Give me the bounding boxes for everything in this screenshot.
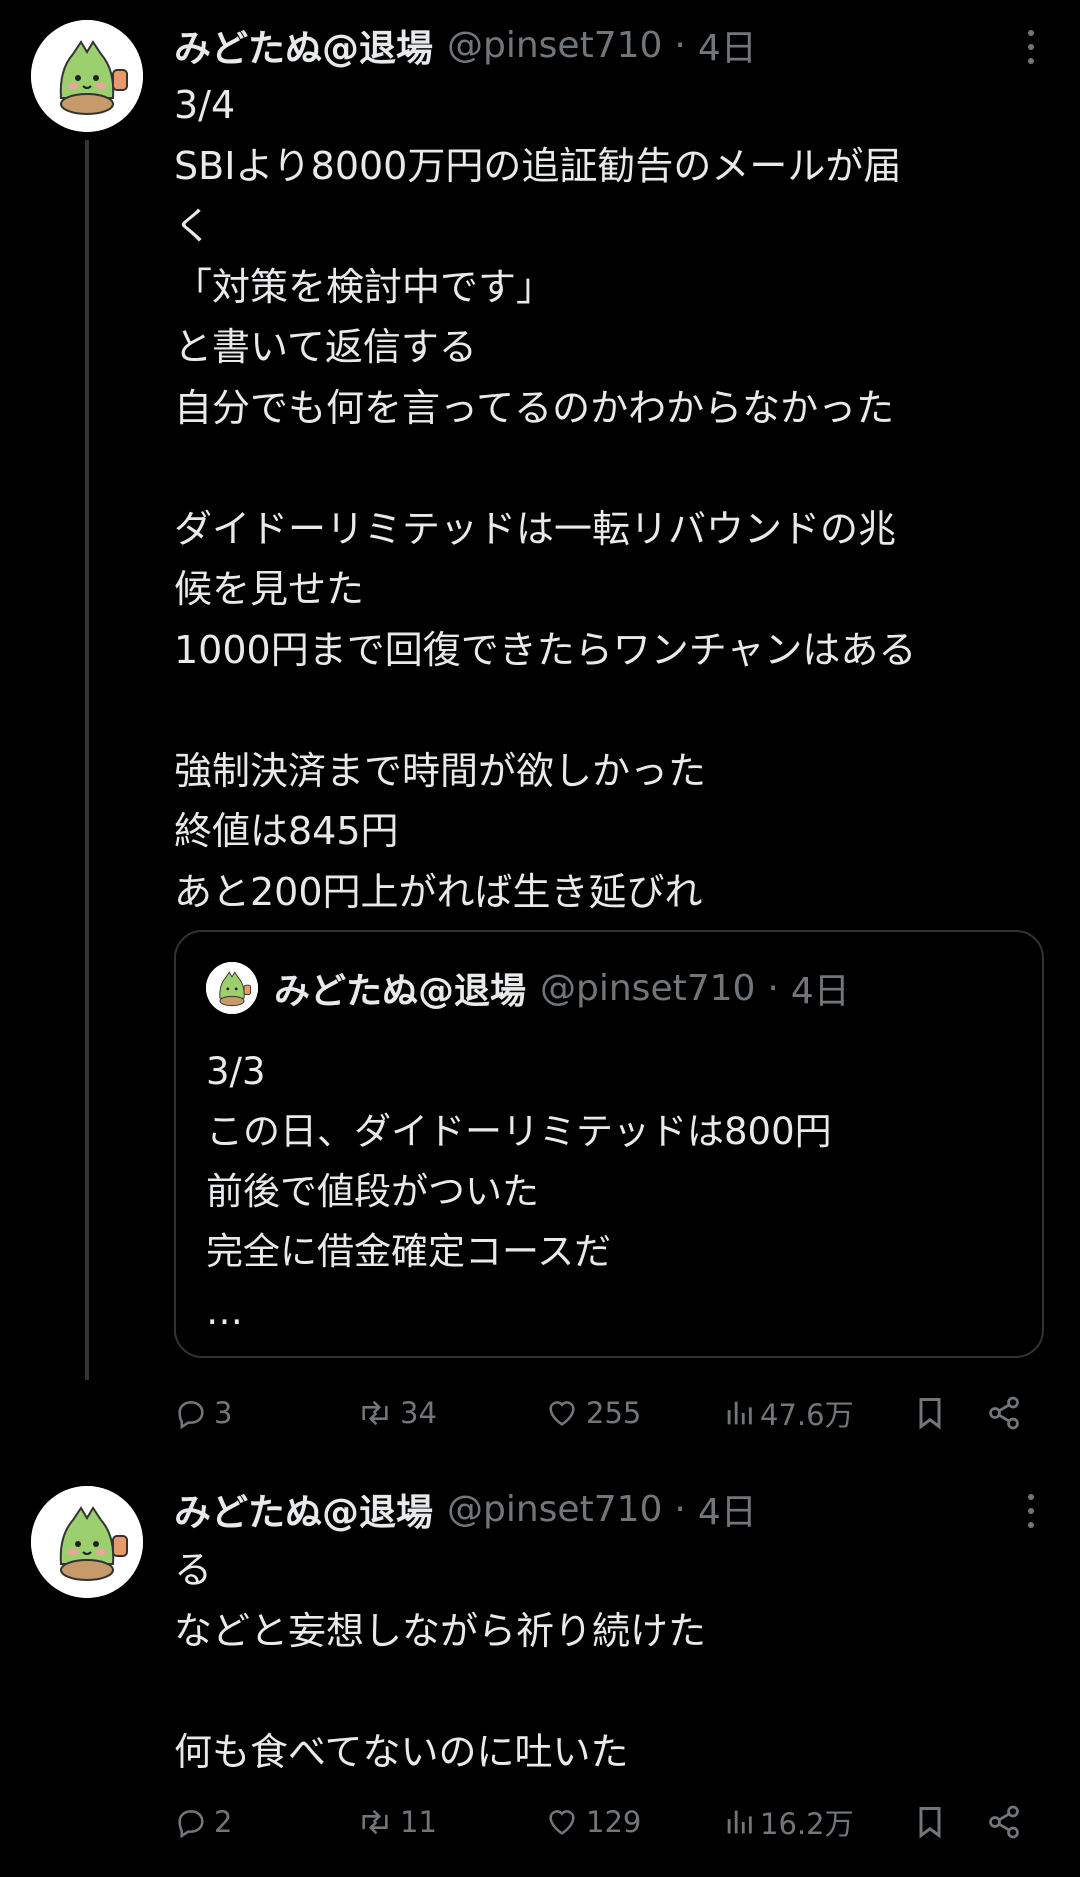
action-bar: 2 11 129 16.2万: [174, 1797, 1054, 1847]
reply-count: 2: [214, 1805, 233, 1839]
text-line: 何も食べてないのに吐いた: [174, 1729, 629, 1774]
views-icon: [727, 1401, 752, 1425]
retweet-button[interactable]: 34: [356, 1388, 437, 1438]
quoted-tweet[interactable]: みどたぬ@退場 @pinset710 · 4日 3/3 この日、ダイドーリミテッ…: [174, 930, 1044, 1358]
like-button[interactable]: 129: [544, 1797, 641, 1847]
author-name[interactable]: みどたぬ@退場: [174, 18, 433, 72]
retweet-count: 11: [400, 1805, 437, 1839]
thread-line: [85, 140, 89, 1380]
reply-icon: [178, 1401, 204, 1430]
tweet-text: 3/4 SBIより8000万円の追証勧告のメールが届 く 「対策を検討中です」 …: [174, 75, 1054, 922]
like-count: 255: [586, 1396, 642, 1430]
separator: ·: [674, 1488, 686, 1530]
text-line: 自分でも何を言ってるのかわからなかった: [174, 385, 895, 430]
tweet-header: みどたぬ@退場 @pinset710 · 4日: [174, 1482, 1080, 1536]
share-button[interactable]: [986, 1388, 1022, 1438]
views-icon: [727, 1810, 752, 1834]
share-icon: [989, 1396, 1019, 1430]
text-line: る: [174, 1548, 213, 1592]
quote-author-handle: @pinset710: [540, 967, 756, 1009]
author-name[interactable]: みどたぬ@退場: [174, 1482, 433, 1536]
heart-icon: [549, 1401, 575, 1426]
reply-button[interactable]: 3: [174, 1388, 232, 1438]
text-line: 1000円まで回復できたらワンチャンはある: [174, 627, 917, 672]
text-line: この日、ダイドーリミテッドは800円: [206, 1110, 832, 1153]
text-line: などと妄想しながら祈り続けた: [174, 1608, 707, 1653]
more-icon[interactable]: [1028, 30, 1040, 64]
like-button[interactable]: 255: [544, 1388, 641, 1438]
more-icon[interactable]: [1028, 1494, 1040, 1528]
like-count: 129: [586, 1805, 642, 1839]
text-line: 強制決済まで時間が欲しかった: [174, 748, 707, 793]
separator: ·: [767, 967, 779, 1009]
text-line: く: [174, 204, 213, 248]
retweet-count: 34: [400, 1396, 437, 1430]
retweet-icon: [362, 1809, 388, 1835]
reply-icon: [178, 1810, 204, 1839]
text-line: 候を見せた: [174, 567, 365, 611]
text-line: 前後で値段がついた: [206, 1170, 539, 1213]
avatar[interactable]: [31, 20, 143, 132]
retweet-icon: [362, 1400, 388, 1426]
text-line: SBIより8000万円の追証勧告のメールが届: [174, 143, 902, 188]
bookmark-button[interactable]: [914, 1388, 946, 1438]
tweet-text: る などと妄想しながら祈り続けた 何も食べてないのに吐いた: [174, 1540, 1054, 1782]
text-line: [174, 438, 1054, 499]
text-line: [174, 680, 1054, 741]
text-line: 3/4: [174, 83, 236, 127]
text-line: [174, 1661, 1054, 1722]
tweet-header: みどたぬ@退場 @pinset710 · 4日: [174, 18, 1080, 72]
tweet[interactable]: みどたぬ@退場 @pinset710 · 4日 る などと妄想しながら祈り続けた…: [0, 1460, 1080, 1877]
views-button[interactable]: 16.2万: [724, 1797, 854, 1847]
text-line: と書いて返信する: [174, 325, 477, 369]
tanuki-avatar-icon: [31, 1486, 143, 1598]
text-line: 「対策を検討中です」: [174, 264, 555, 309]
quote-avatar: [206, 962, 258, 1014]
text-line: あと200円上がれば生き延びれ: [174, 869, 703, 914]
bookmark-icon: [919, 1807, 941, 1839]
tanuki-avatar-icon: [31, 20, 143, 132]
avatar[interactable]: [31, 1486, 143, 1598]
quote-text: 3/3 この日、ダイドーリミテッドは800円 前後で値段がついた 完全に借金確定…: [206, 1042, 832, 1342]
reply-count: 3: [214, 1396, 233, 1430]
author-handle[interactable]: @pinset710: [447, 1489, 662, 1530]
heart-icon: [549, 1810, 575, 1835]
text-line: 終値は845円: [174, 809, 399, 853]
bookmark-button[interactable]: [914, 1797, 946, 1847]
timestamp[interactable]: 4日: [698, 19, 757, 71]
quote-header: みどたぬ@退場 @pinset710 · 4日: [274, 962, 850, 1014]
share-button[interactable]: [986, 1797, 1022, 1847]
reply-button[interactable]: 2: [174, 1797, 232, 1847]
share-icon: [989, 1805, 1019, 1839]
retweet-button[interactable]: 11: [356, 1797, 437, 1847]
bookmark-icon: [919, 1398, 941, 1430]
view-count: 47.6万: [760, 1398, 854, 1432]
view-count: 16.2万: [760, 1807, 854, 1841]
text-line: 3/3: [206, 1050, 266, 1093]
author-handle[interactable]: @pinset710: [447, 25, 662, 66]
timestamp[interactable]: 4日: [698, 1483, 757, 1535]
quote-author-name: みどたぬ@退場: [274, 971, 527, 1012]
views-button[interactable]: 47.6万: [724, 1388, 854, 1438]
text-line: ダイドーリミテッドは一転リバウンドの兆: [174, 506, 897, 551]
tanuki-avatar-icon: [206, 962, 258, 1014]
text-line: 完全に借金確定コースだ: [206, 1230, 612, 1273]
separator: ·: [674, 24, 686, 66]
text-line: …: [206, 1290, 243, 1333]
action-bar: 3 34 255 47.6万: [174, 1388, 1054, 1438]
quote-timestamp: 4日: [790, 971, 850, 1012]
tweet[interactable]: みどたぬ@退場 @pinset710 · 4日 3/4 SBIより8000万円の…: [0, 0, 1080, 1460]
